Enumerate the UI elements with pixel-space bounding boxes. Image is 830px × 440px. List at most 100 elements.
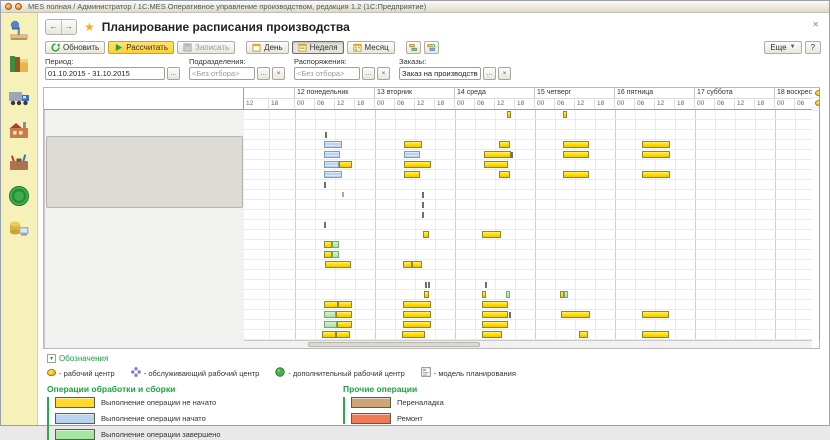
gantt-bar[interactable] [404,151,420,158]
sidebar-item-logistics-truck[interactable] [7,85,31,109]
gantt-bar[interactable] [403,321,431,328]
vertical-scrollbar-thumb[interactable] [46,136,243,208]
gantt-bar[interactable] [563,141,589,148]
close-form-icon[interactable]: ✕ [812,21,819,29]
filter-input[interactable] [399,67,481,80]
gantt-bar[interactable] [428,282,430,288]
forward-button[interactable]: → [61,20,76,34]
gantt-bar[interactable] [324,311,336,318]
clear-filter-button[interactable]: × [377,67,390,80]
gantt-bar[interactable] [642,331,669,338]
gantt-bar[interactable] [425,282,427,288]
gantt-bar[interactable] [642,171,670,178]
gantt-bar[interactable] [563,151,589,158]
gantt-bar[interactable] [482,331,502,338]
gantt-bar[interactable] [404,141,422,148]
gantt-bar[interactable] [403,311,431,318]
gantt-bar[interactable] [324,321,337,328]
gantt-bar[interactable] [564,291,568,298]
horizontal-scrollbar[interactable] [244,340,812,348]
gantt-bar[interactable] [324,301,338,308]
gantt-bar[interactable] [424,291,429,298]
gantt-bar[interactable] [412,261,422,268]
filter-input[interactable] [294,67,360,80]
gantt-bar[interactable] [422,192,424,198]
gantt-bar[interactable] [404,161,431,168]
week-view-button[interactable]: Неделя [292,41,344,54]
gantt-bar[interactable] [642,151,670,158]
sidebar-item-tools-box[interactable] [7,151,31,175]
day-view-button[interactable]: День [246,41,288,54]
gantt-bar[interactable] [422,212,424,218]
gantt-bar[interactable] [499,171,510,178]
gantt-bar[interactable] [324,182,326,188]
back-button[interactable]: ← [46,20,61,34]
gantt-bar[interactable] [482,321,508,328]
gantt-bar[interactable] [579,331,588,338]
gantt-bar[interactable] [509,312,511,318]
gantt-row-label[interactable]: +КД-2122 Пресс кривошипный [812,88,819,98]
gantt-bar[interactable] [324,161,339,168]
gantt-bar[interactable] [484,151,511,158]
gantt-bar[interactable] [339,161,352,168]
clear-filter-button[interactable]: × [272,67,285,80]
gantt-bar[interactable] [506,291,510,298]
gantt-bar[interactable] [485,282,487,288]
month-view-button[interactable]: Месяц [347,41,395,54]
vertical-scrollbar[interactable] [44,110,244,348]
gantt-bar[interactable] [342,192,344,197]
gantt-bar[interactable] [337,321,352,328]
gantt-bar[interactable] [324,241,332,248]
gantt-bar[interactable] [324,151,340,158]
calculate-button[interactable]: Рассчитать [108,41,174,54]
gantt-bar[interactable] [403,261,412,268]
sidebar-item-catalog-books[interactable] [7,52,31,76]
gantt-bar[interactable] [332,241,339,248]
chart-setup-button[interactable] [406,41,421,54]
gantt-bar[interactable] [484,161,508,168]
gantt-bar[interactable] [482,291,486,298]
refresh-button[interactable]: Обновить [45,41,105,54]
gantt-bar[interactable] [325,261,351,268]
sidebar-item-production-factory[interactable] [7,118,31,142]
gantt-bar[interactable] [499,141,510,148]
gantt-bar[interactable] [511,152,513,158]
gantt-bar[interactable] [324,141,342,148]
gantt-bar[interactable] [423,231,429,238]
filter-input[interactable] [45,67,165,80]
gantt-bar[interactable] [482,301,508,308]
gantt-bar[interactable] [324,222,326,228]
clear-filter-button[interactable]: × [498,67,511,80]
gantt-bar[interactable] [338,301,352,308]
gantt-bar[interactable] [324,171,342,178]
gantt-bar[interactable] [422,202,424,208]
gantt-bar[interactable] [507,111,511,118]
gantt-bar[interactable] [561,311,590,318]
help-button[interactable]: ? [805,41,821,54]
system-menu-icon[interactable] [5,3,12,10]
gantt-bar[interactable] [322,331,336,338]
gantt-bar[interactable] [482,311,508,318]
gantt-bar[interactable] [332,251,339,258]
choose-button[interactable]: ... [257,67,270,80]
gantt-bar[interactable] [404,171,420,178]
gantt-bar[interactable] [325,132,327,138]
more-button[interactable]: Еще▼ [764,41,801,54]
gantt-bar[interactable] [563,171,589,178]
gantt-row-label[interactable]: +Р-130 Резьбонарезной станок [812,98,819,108]
gantt-bar[interactable] [336,331,350,338]
choose-button[interactable]: ... [167,67,180,80]
gantt-bar[interactable] [563,111,567,118]
save-button[interactable]: Записать [177,41,235,54]
gantt-bar[interactable] [336,311,352,318]
gantt-bar[interactable] [642,141,670,148]
choose-button[interactable]: ... [362,67,375,80]
export-button[interactable] [424,41,439,54]
gantt-bar[interactable] [402,331,425,338]
gantt-bar[interactable] [482,231,501,238]
sidebar-item-desktop-lamp[interactable] [7,19,31,43]
system-menu2-icon[interactable] [15,3,22,10]
favorite-star-icon[interactable]: ★ [84,21,95,33]
sidebar-item-finance-coin[interactable] [7,184,31,208]
gantt-bar[interactable] [324,251,332,258]
